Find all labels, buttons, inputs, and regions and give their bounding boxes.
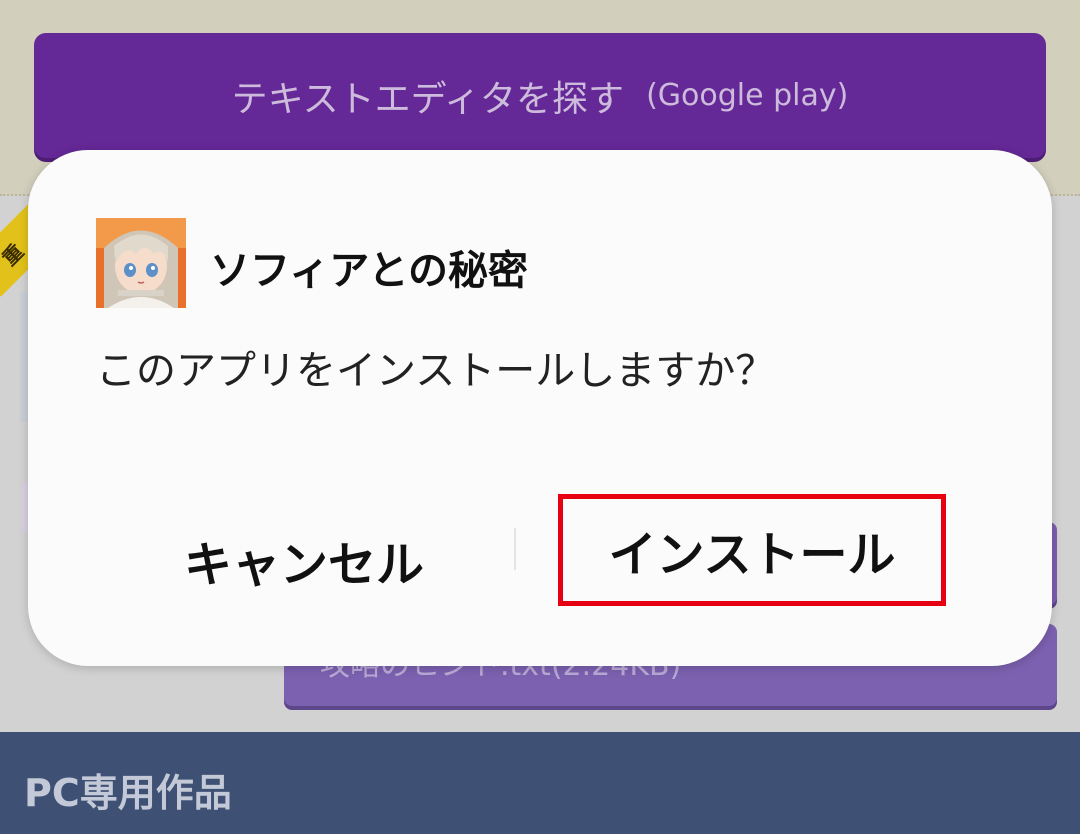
install-prompt: このアプリをインストールしますか？ <box>96 348 776 394</box>
app-icon <box>96 218 186 308</box>
cancel-button[interactable]: キャンセル <box>128 510 480 610</box>
install-dialog: ソフィアとの秘密 このアプリをインストールしますか？ キャンセル インストール <box>28 150 1052 666</box>
find-text-editor-button[interactable]: テキストエディタを探す (Google play) <box>34 33 1046 158</box>
ribbon-text: 重 <box>0 238 29 271</box>
app-name: ソフィアとの秘密 <box>210 248 528 294</box>
button-divider <box>514 528 516 570</box>
footer-title: PC専用作品 <box>24 771 232 815</box>
google-play-label: (Google play) <box>646 78 849 113</box>
find-text-editor-label: テキストエディタを探す <box>231 78 625 120</box>
install-button[interactable]: インストール <box>558 494 946 606</box>
